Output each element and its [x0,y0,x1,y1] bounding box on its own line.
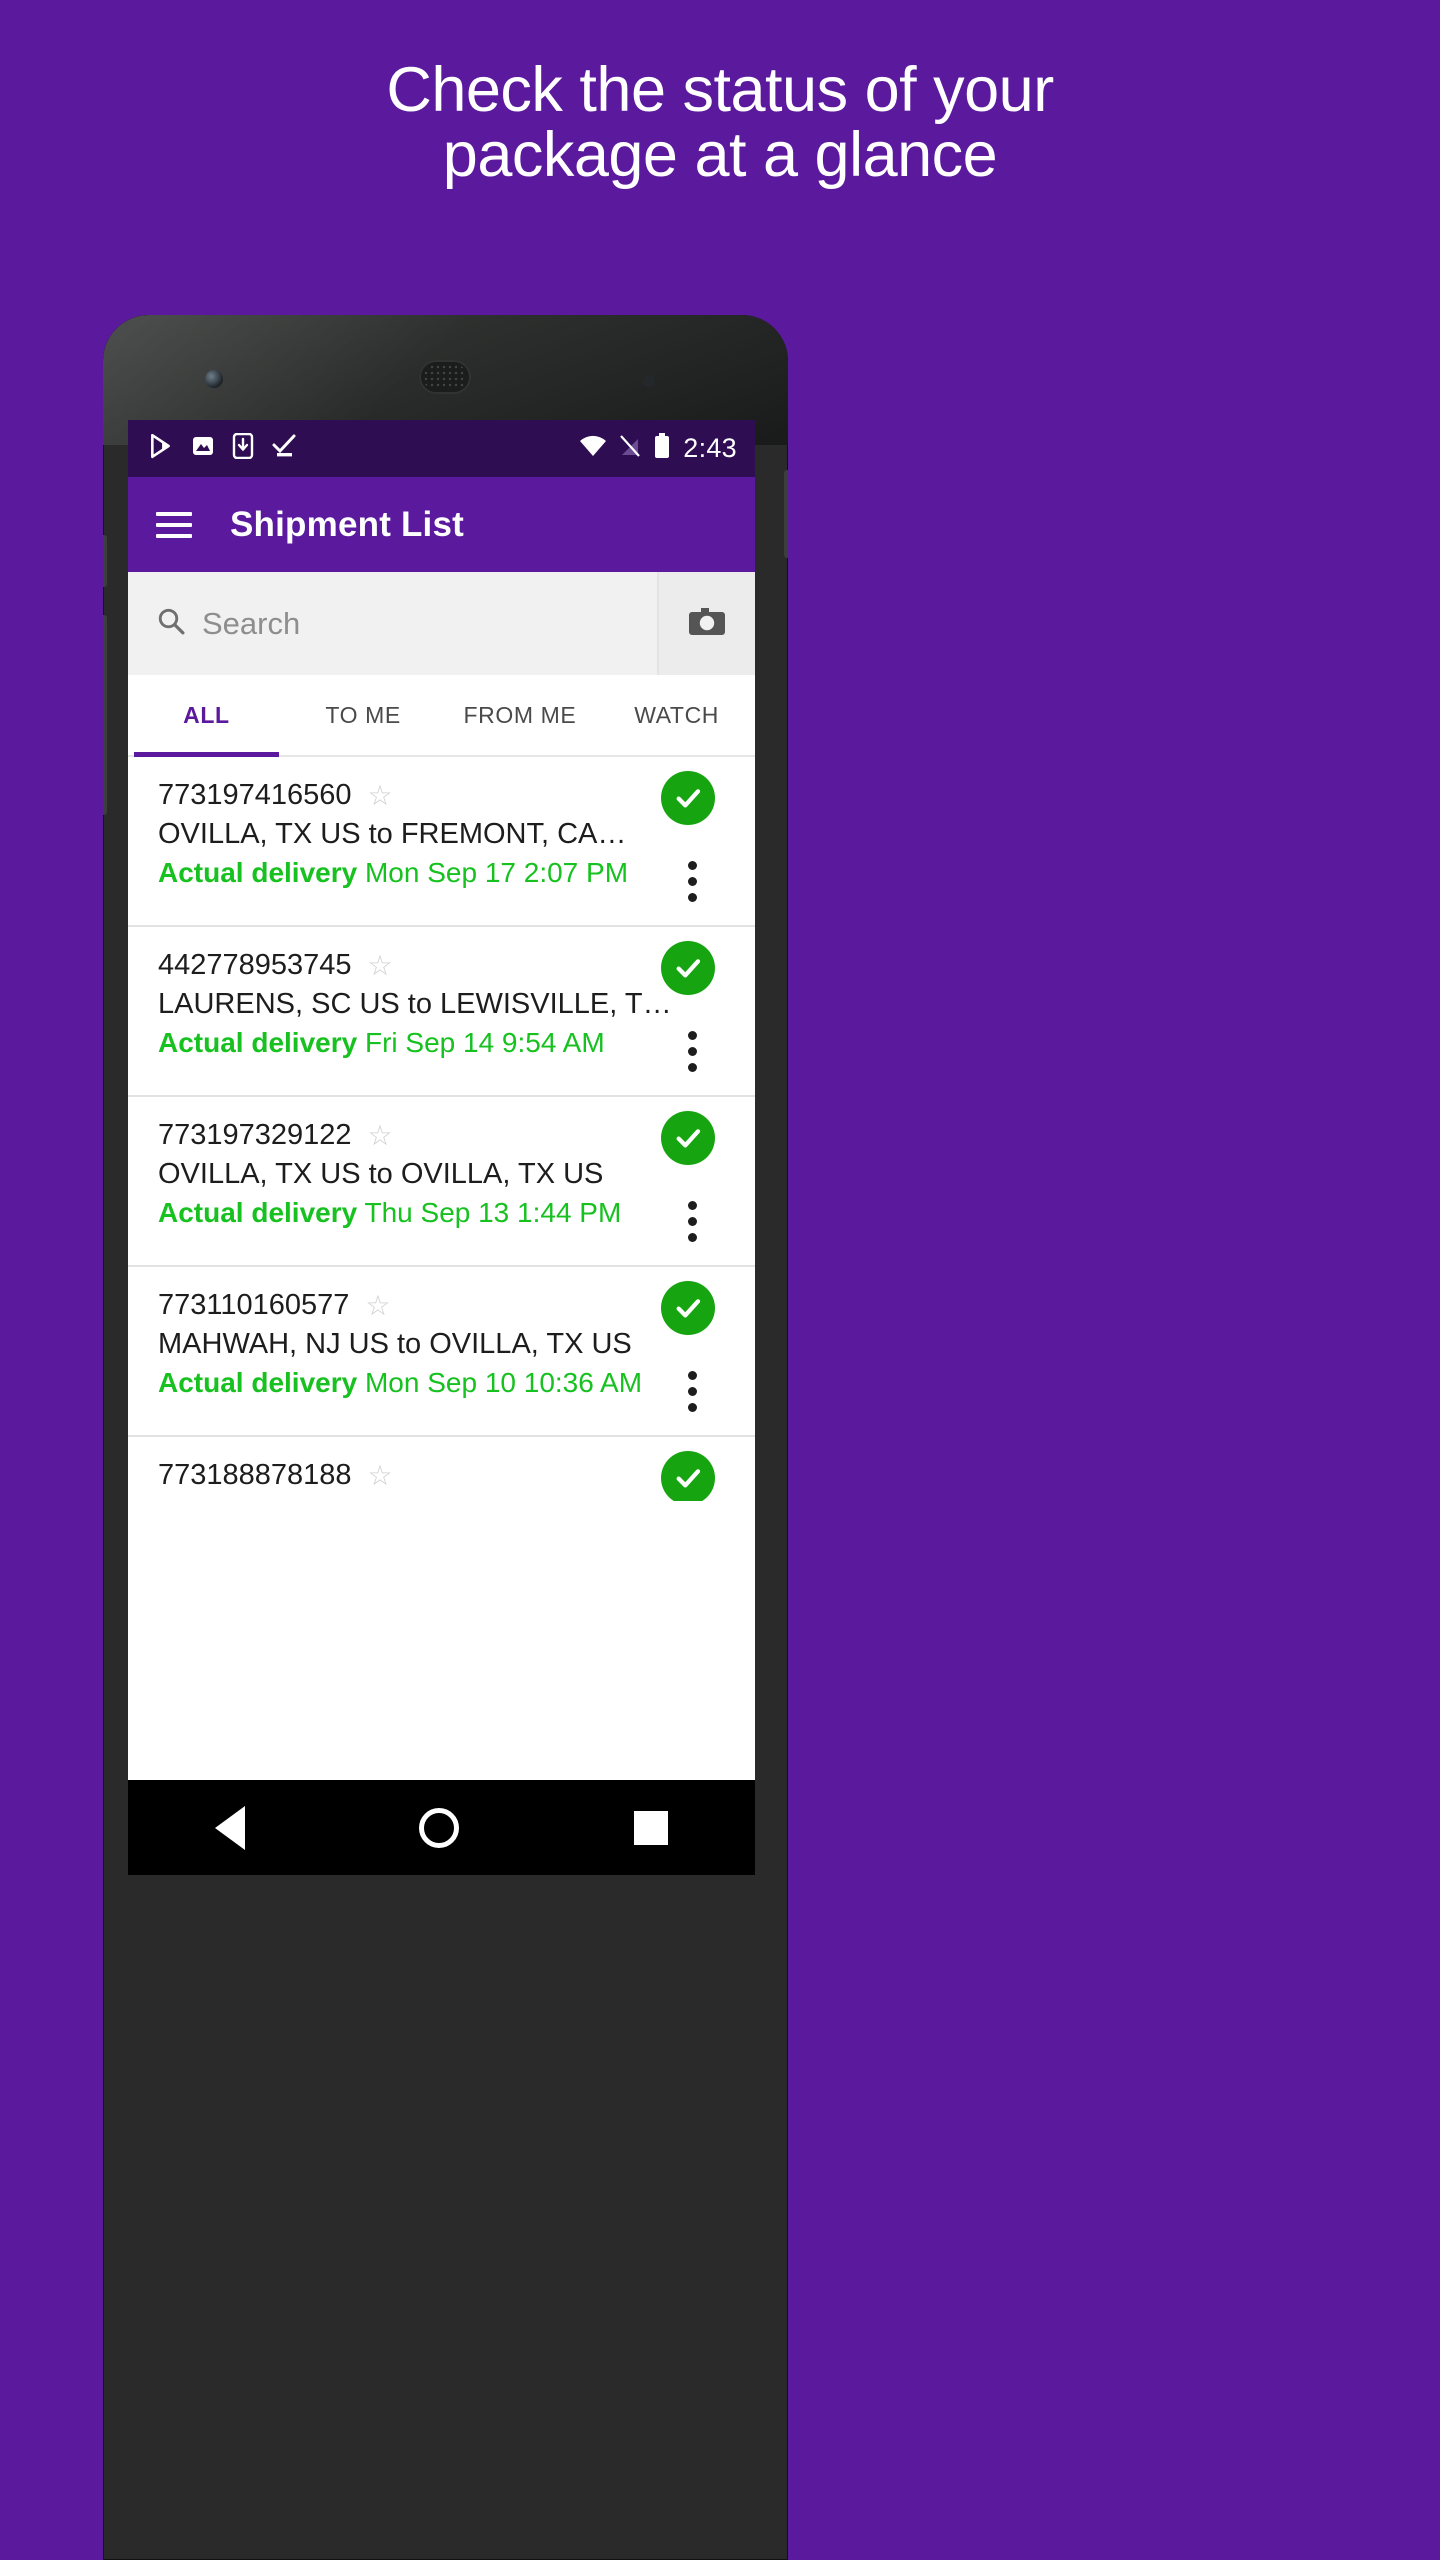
filter-tabs: ALL TO ME FROM ME WATCH [128,675,755,757]
check-circle-icon [676,1299,701,1318]
delivery-value: Thu Sep 13 1:44 PM [364,1197,622,1228]
search-icon [156,606,186,641]
watch-star-icon[interactable]: ☆ [368,1461,393,1490]
phone-screen: 2:43 Shipment List Search ALL TO ME FROM… [128,420,755,1780]
delivery-value: Mon Sep 10 10:36 AM [364,1367,643,1398]
watch-star-icon[interactable]: ☆ [365,1291,390,1320]
tracking-number: 773197416560 [158,779,352,811]
delivery-label: Actual delivery [158,1197,358,1228]
wifi-icon [579,435,607,462]
more-vertical-icon[interactable] [688,1371,697,1412]
status-badge [661,1451,715,1501]
watch-star-icon[interactable]: ☆ [368,951,393,980]
download-to-device-icon [232,432,254,464]
status-badge [661,1281,715,1335]
delivery-value: Fri Sep 14 9:54 AM [364,1027,605,1058]
camera-scan-button[interactable] [659,572,755,675]
power-button[interactable] [784,470,788,558]
watch-star-icon[interactable]: ☆ [368,781,393,810]
status-badge [661,1111,715,1165]
status-bar: 2:43 [128,420,755,477]
watch-star-icon[interactable]: ☆ [368,1121,393,1150]
image-icon [191,434,215,463]
list-item[interactable]: 442778953745 ☆ LAURENS, SC US to LEWISVI… [128,927,755,1097]
volume-down-button[interactable] [103,615,107,815]
front-camera-icon [205,370,223,388]
earpiece-speaker-icon [419,360,471,394]
promo-line-2: package at a glance [442,119,998,190]
camera-icon [686,604,728,643]
shipment-route: OVILLA, TX US to FREMONT, CA… [158,818,627,850]
promo-line-1: Check the status of your [386,55,1054,125]
shipment-list: 773197416560 ☆ OVILLA, TX US to FREMONT,… [128,757,755,1501]
check-circle-icon [676,1129,701,1148]
tab-all[interactable]: ALL [128,675,285,757]
play-store-icon [148,433,174,464]
search-row: Search [128,572,755,675]
phone-device-frame: 2:43 Shipment List Search ALL TO ME FROM… [103,315,788,2560]
more-vertical-icon[interactable] [688,1031,697,1072]
status-bar-clock: 2:43 [683,433,737,463]
check-underline-icon [271,433,297,464]
android-navigation-bar [128,1780,755,1875]
back-triangle-icon[interactable] [215,1805,246,1850]
home-circle-icon[interactable] [419,1807,460,1848]
delivery-label: Actual delivery [158,1367,358,1398]
recents-square-icon[interactable] [633,1810,668,1845]
search-placeholder: Search [202,605,301,641]
check-circle-icon [676,959,701,978]
status-badge [661,941,715,995]
delivery-label: Actual delivery [158,1027,358,1058]
shipment-route: OVILLA, TX US to OVILLA, TX US [158,1158,604,1190]
delivery-value: Mon Sep 17 2:07 PM [364,857,629,888]
tab-watch[interactable]: WATCH [598,675,755,755]
more-vertical-icon[interactable] [688,861,697,902]
volume-up-button[interactable] [103,535,107,587]
battery-full-icon [653,433,671,464]
list-item[interactable]: 773197329122 ☆ OVILLA, TX US to OVILLA, … [128,1097,755,1267]
check-circle-icon [676,789,701,808]
list-item[interactable]: 773188878188 ☆ [128,1437,755,1501]
list-item[interactable]: 773197416560 ☆ OVILLA, TX US to FREMONT,… [128,757,755,927]
page-title: Shipment List [230,504,464,544]
delivery-label: Actual delivery [158,857,358,888]
hamburger-menu-icon[interactable] [156,511,192,538]
tab-from-me[interactable]: FROM ME [442,675,599,755]
promo-headline: Check the status of your package at a gl… [0,58,1440,188]
shipment-route: LAURENS, SC US to LEWISVILLE, T… [158,988,672,1020]
shipment-route: MAHWAH, NJ US to OVILLA, TX US [158,1328,632,1360]
check-circle-icon [676,1469,701,1488]
tab-to-me[interactable]: TO ME [285,675,442,755]
tracking-number: 442778953745 [158,949,352,981]
tracking-number: 773188878188 [158,1459,352,1491]
list-item[interactable]: 773110160577 ☆ MAHWAH, NJ US to OVILLA, … [128,1267,755,1437]
proximity-sensor-icon [643,375,655,387]
no-sim-icon [619,434,641,463]
tracking-number: 773197329122 [158,1119,352,1151]
search-input[interactable]: Search [128,572,659,675]
status-badge [661,771,715,825]
app-bar: Shipment List [128,477,755,572]
tracking-number: 773110160577 [158,1289,350,1321]
more-vertical-icon[interactable] [688,1201,697,1242]
